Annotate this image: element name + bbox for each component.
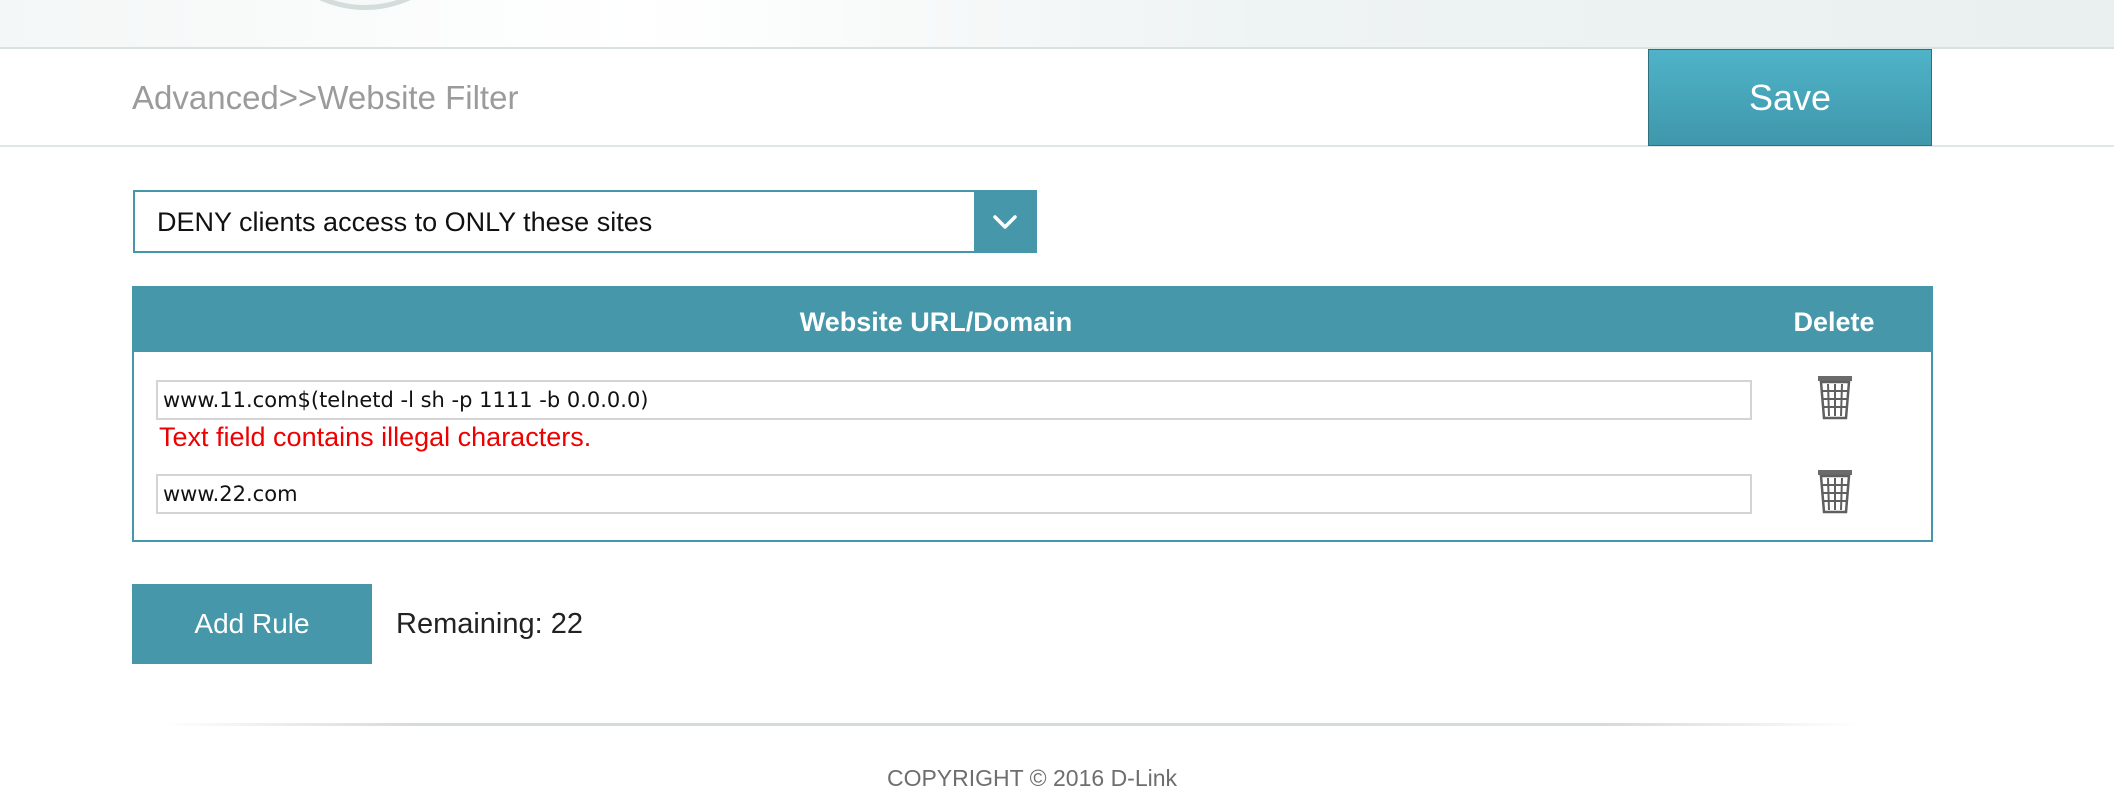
delete-row-2-button[interactable] — [1816, 466, 1854, 514]
url-input-row-2[interactable] — [156, 474, 1752, 514]
breadcrumb-bar: Advanced>>Website Filter Save — [0, 49, 2114, 147]
filter-mode-selected-value: DENY clients access to ONLY these sites — [157, 207, 653, 237]
url-input-row-1[interactable] — [156, 380, 1752, 420]
column-header-delete: Delete — [1793, 307, 1875, 337]
copyright-text: COPYRIGHT © 2016 D-Link — [886, 765, 1178, 791]
save-button[interactable]: Save — [1648, 49, 1932, 146]
column-header-url: Website URL/Domain — [799, 307, 1073, 337]
delete-row-1-button[interactable] — [1816, 372, 1854, 420]
dropdown-toggle[interactable] — [974, 192, 1035, 251]
trash-icon — [1818, 376, 1852, 420]
logo-arc-decoration — [255, 0, 475, 10]
top-banner — [0, 0, 2114, 49]
chevron-down-icon — [992, 214, 1017, 229]
footer-divider — [160, 723, 1860, 726]
trash-icon — [1818, 470, 1852, 514]
table-header: Website URL/Domain Delete — [134, 288, 1931, 352]
filter-mode-select[interactable]: DENY clients access to ONLY these sites — [133, 190, 1037, 253]
add-rule-button[interactable]: Add Rule — [132, 584, 372, 664]
remaining-count: Remaining: 22 — [396, 608, 583, 640]
breadcrumb: Advanced>>Website Filter — [132, 79, 519, 116]
validation-error: Text field contains illegal characters. — [159, 422, 592, 452]
website-filter-table: Website URL/Domain Delete Text field con… — [132, 286, 1933, 542]
